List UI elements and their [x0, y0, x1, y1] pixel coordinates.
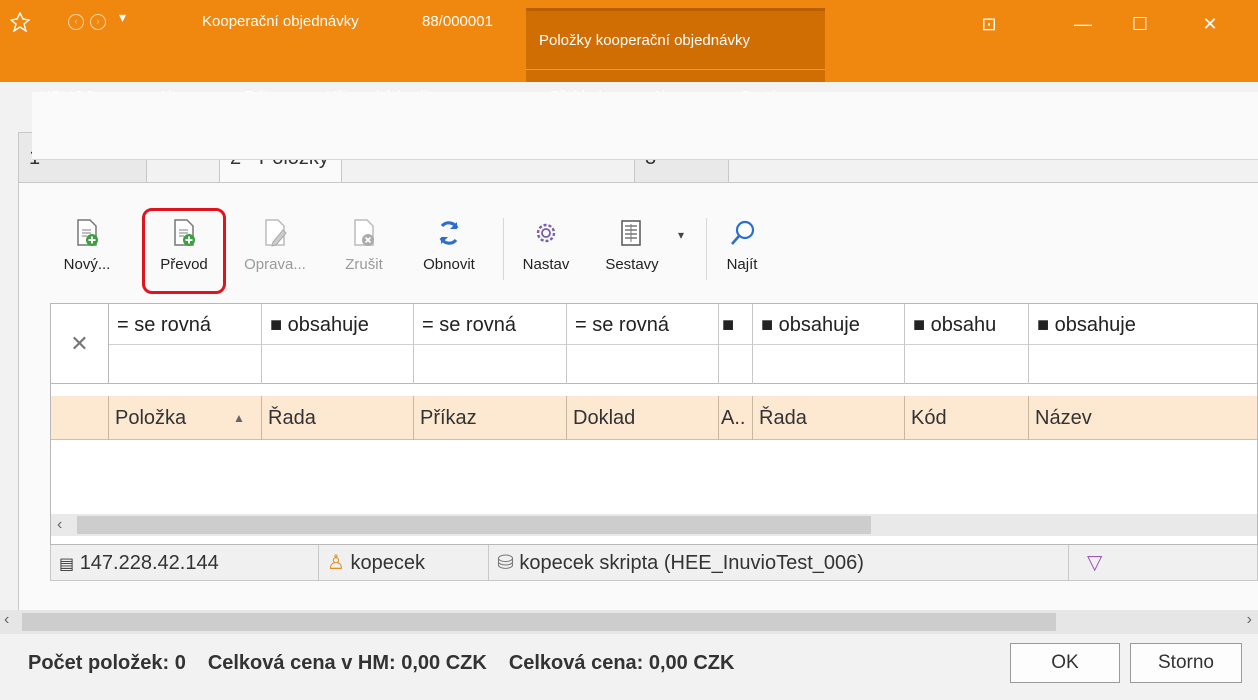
context-tab-title: Položky kooperační objednávky [539, 32, 750, 49]
storno-button[interactable]: Storno [1130, 643, 1242, 683]
maximize-button[interactable]: ☐ [1117, 8, 1163, 40]
window-title: Kooperační objednávky [202, 13, 359, 30]
status-bar: ▤ 147.228.42.144 ♙ kopecek ⛁ kopecek skr… [50, 545, 1258, 581]
filter-input[interactable] [719, 344, 752, 384]
najit-button[interactable]: Najít [714, 212, 770, 280]
context-tab-divider [526, 69, 825, 70]
user-icon: ♙ [327, 552, 345, 574]
najit-label: Najít [726, 256, 758, 273]
item-count: Počet položek: 0 [28, 652, 186, 674]
clear-filter-icon[interactable]: ✕ [51, 304, 109, 384]
close-button[interactable]: ✕ [1187, 8, 1233, 40]
ok-button[interactable]: OK [1010, 643, 1120, 683]
sort-asc-icon: ▲ [233, 411, 245, 425]
grid-scroll-thumb[interactable] [77, 516, 871, 534]
filter-cell[interactable]: ■ obsahuje [1029, 304, 1257, 384]
filter-icon[interactable]: ▽ [1087, 545, 1102, 581]
filter-input[interactable] [753, 344, 904, 384]
restore-tray-icon[interactable]: ⊡ [966, 8, 1012, 40]
toolbar [32, 92, 1258, 160]
filter-cell[interactable]: ■ obsahuje [262, 304, 414, 384]
filter-status[interactable]: ▽ [1069, 545, 1258, 581]
helios-app-icon[interactable] [9, 11, 31, 33]
scroll-right-icon[interactable]: › [1247, 611, 1252, 629]
filter-cell[interactable]: ■ obsahu [905, 304, 1029, 384]
gear-icon [536, 223, 556, 243]
toolbar-separator-2 [706, 218, 707, 280]
column-header-rada-2[interactable]: Řada [753, 396, 905, 440]
oprava-label: Oprava... [244, 256, 306, 273]
total-price-hm: Celková cena v HM: 0,00 CZK [207, 652, 487, 674]
filter-cell[interactable]: ■ obsahuje [753, 304, 905, 384]
column-header-row: Položka ▲ Řada Příkaz Doklad A.. Řada Kód… [51, 396, 1257, 440]
context-tab-group: Položky kooperační objednávky [526, 8, 825, 82]
footer-summary: Počet položek: 0 Celková cena v HM: 0,00 … [28, 652, 756, 675]
server-status: ▤ 147.228.42.144 [51, 545, 319, 581]
novy-button[interactable]: Nový... [52, 212, 122, 280]
filter-cell[interactable]: ■ [719, 304, 753, 384]
title-bar: ‹ › ▾ Kooperační objednávky 88/000001 Po… [0, 0, 1258, 105]
back-icon[interactable]: ‹ [68, 14, 84, 30]
row-indicator-header [51, 396, 109, 440]
minimize-button[interactable]: — [1060, 8, 1106, 40]
total-price: Celková cena: 0,00 CZK [508, 652, 735, 674]
filter-cell[interactable]: = se rovná [109, 304, 262, 384]
items-grid: ✕ = se rovná ■ obsahuje = se rovná = se … [50, 303, 1258, 545]
user-status: ♙ kopecek [319, 545, 489, 581]
zrusit-label: Zrušit [345, 256, 383, 273]
column-header-prikaz[interactable]: Příkaz [414, 396, 567, 440]
column-header-nazev[interactable]: Název [1029, 396, 1257, 440]
scroll-left-icon[interactable]: ‹ [57, 514, 62, 536]
document-number: 88/000001 [422, 13, 493, 30]
filter-row: ✕ = se rovná ■ obsahuje = se rovná = se … [51, 304, 1257, 384]
new-document-icon [77, 219, 98, 246]
toolbar-separator [503, 218, 504, 280]
form-horizontal-scrollbar[interactable]: ‹ › [0, 610, 1258, 634]
column-header-kod[interactable]: Kód [905, 396, 1029, 440]
filter-input[interactable] [1029, 344, 1257, 384]
refresh-icon [439, 221, 459, 245]
filter-input[interactable] [567, 344, 718, 384]
column-header-polozka[interactable]: Položka ▲ [109, 396, 262, 440]
sestavy-button[interactable]: ▾ Sestavy [594, 212, 688, 280]
sestavy-label: Sestavy [605, 256, 659, 273]
filter-input[interactable] [905, 344, 1028, 384]
filter-input[interactable] [262, 344, 413, 384]
search-icon [731, 220, 755, 245]
reports-icon [621, 220, 641, 246]
filter-cell[interactable]: = se rovná [414, 304, 567, 384]
filter-input[interactable] [109, 344, 261, 384]
sestavy-dropdown-icon[interactable]: ▾ [678, 228, 684, 242]
column-header-a[interactable]: A.. [719, 396, 753, 440]
quick-access-dropdown-icon[interactable]: ▾ [119, 9, 126, 26]
oprava-button[interactable]: Oprava... [232, 212, 318, 280]
forward-icon[interactable]: › [90, 14, 106, 30]
nastav-button[interactable]: Nastav [514, 212, 578, 280]
delete-document-icon [354, 219, 374, 246]
database-icon: ⛁ [497, 552, 514, 574]
zrusit-button[interactable]: Zrušit [328, 212, 400, 280]
obnovit-label: Obnovit [423, 256, 475, 273]
filter-input[interactable] [414, 344, 566, 384]
database-status: ⛁ kopecek skripta (HEE_InuvioTest_006) [489, 545, 1069, 581]
grid-horizontal-scrollbar[interactable]: ‹ [51, 514, 1257, 536]
edit-document-icon [265, 219, 287, 247]
prevod-highlight-annotation [142, 208, 226, 294]
server-icon: ▤ [59, 556, 75, 573]
column-header-rada[interactable]: Řada [262, 396, 414, 440]
novy-label: Nový... [63, 256, 111, 273]
filter-cell[interactable]: = se rovná [567, 304, 719, 384]
scroll-left-icon[interactable]: ‹ [4, 611, 9, 629]
obnovit-button[interactable]: Obnovit [408, 212, 490, 280]
column-header-doklad[interactable]: Doklad [567, 396, 719, 440]
nastav-label: Nastav [522, 256, 570, 273]
form-scroll-thumb[interactable] [22, 613, 1056, 631]
